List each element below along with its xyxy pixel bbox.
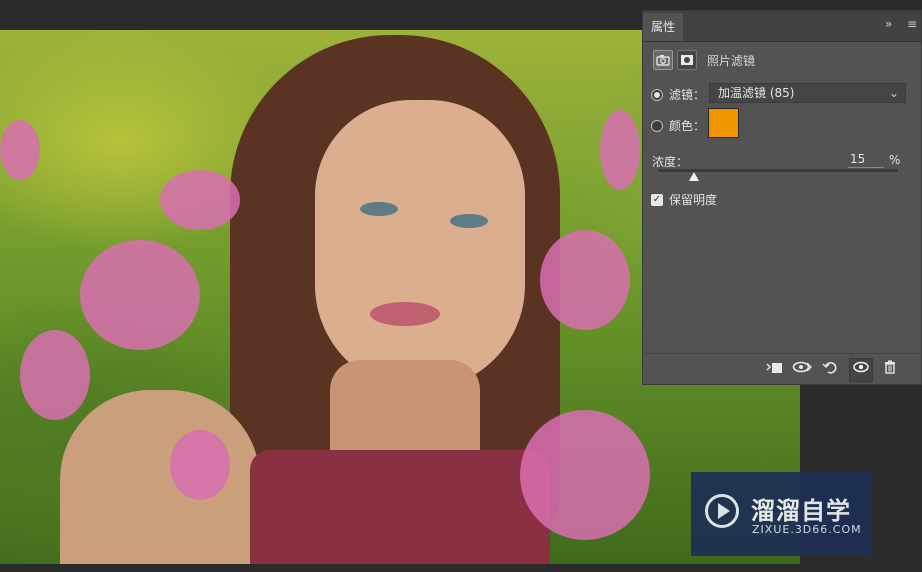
lips [370,302,440,326]
filter-row: 滤镜： [651,86,705,103]
density-label: 浓度： [652,155,689,169]
density-slider-thumb[interactable] [689,172,699,181]
clip-to-layer-icon[interactable] [763,360,785,378]
flower [170,430,230,500]
reset-icon[interactable] [819,360,841,378]
panel-menu-icon[interactable]: ≡ [907,17,917,31]
play-logo-icon [705,494,739,528]
density-unit: % [889,153,901,167]
left-eye [360,202,398,216]
density-input[interactable]: 15 [848,151,884,168]
color-radio[interactable] [651,119,663,132]
watermark-title: 溜溜自学 [751,497,851,525]
tab-properties[interactable]: 属性 [643,13,683,41]
layer-title: 照片滤镜 [707,53,756,68]
flower [80,240,200,350]
watermark: 溜溜自学 ZIXUE.3D66.COM [691,472,871,556]
flower [20,330,90,420]
flower [160,170,240,230]
face-shape [315,100,525,390]
mask-icon[interactable] [677,50,697,70]
properties-panel: 属性 » ≡ 照片滤镜 滤镜： 加温滤镜 (85) ⌄ 颜色： 浓度： 15 %… [642,10,922,385]
filter-radio[interactable] [651,88,663,101]
adjustment-layer-icon[interactable] [653,50,673,70]
layer-header: 照片滤镜 [653,49,755,71]
filter-dropdown[interactable]: 加温滤镜 (85) ⌄ [709,83,906,103]
right-eye [450,214,488,228]
filter-label: 滤镜： [669,88,706,102]
preserve-luminosity-label: 保留明度 [669,193,718,207]
color-swatch[interactable] [708,108,739,138]
visibility-eye-icon[interactable] [849,358,873,382]
preserve-luminosity-checkbox[interactable]: ✓ [651,193,663,206]
color-row: 颜色： [651,117,705,134]
flower [600,110,640,190]
collapse-icon[interactable]: » [885,17,892,31]
flower [0,120,40,180]
panel-tabbar: 属性 » ≡ [643,11,921,42]
chevron-down-icon: ⌄ [888,86,899,100]
view-previous-state-icon[interactable] [791,360,813,378]
color-label: 颜色： [669,119,706,133]
shoulder-shape [60,390,260,564]
watermark-subtitle: ZIXUE.3D66.COM [752,523,862,536]
flower [540,230,630,330]
panel-bottom-toolbar [643,353,921,384]
preserve-luminosity-row: ✓ 保留明度 [651,191,717,208]
dress-shape [250,450,550,564]
filter-value: 加温滤镜 (85) [718,86,795,100]
trash-icon[interactable] [879,360,901,378]
flower [520,410,650,540]
